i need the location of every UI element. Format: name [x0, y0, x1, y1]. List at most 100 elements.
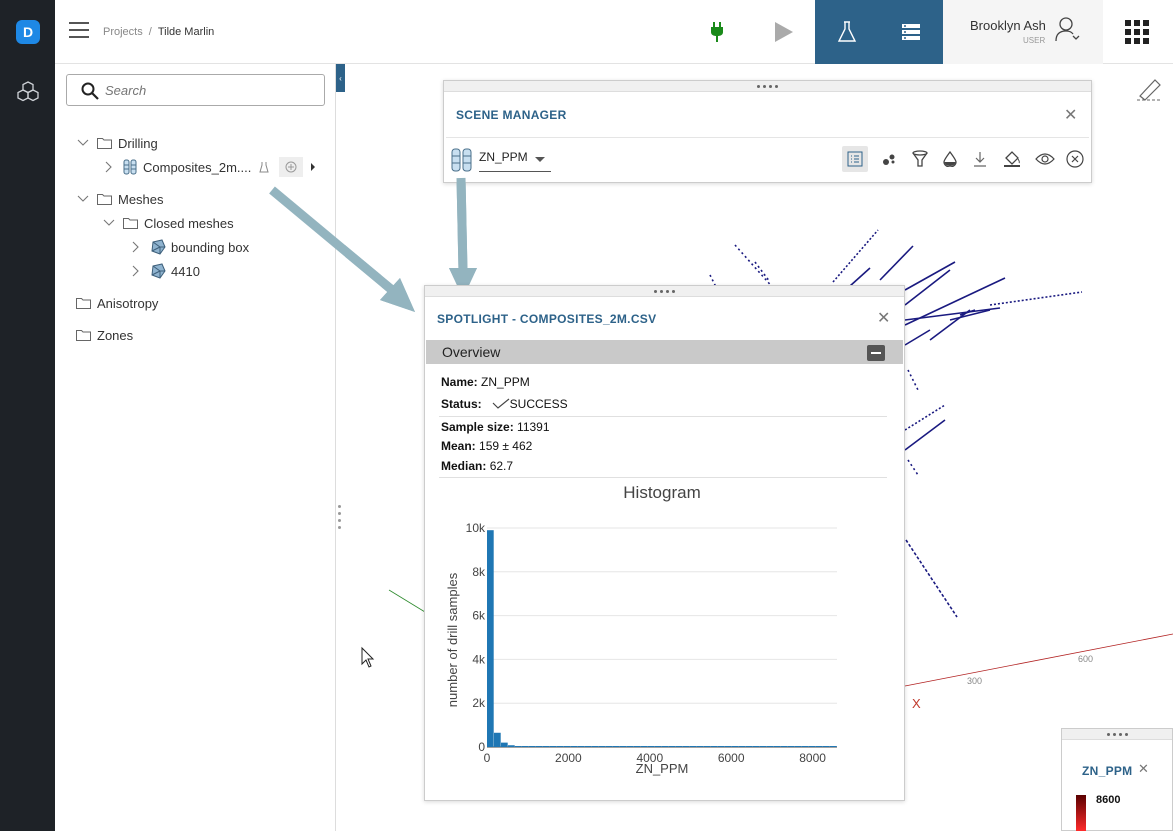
tree-item-anisotropy[interactable]: Anisotropy	[76, 293, 158, 313]
minimize-icon[interactable]	[867, 345, 885, 361]
drag-handle[interactable]	[425, 286, 904, 297]
histogram-bar[interactable]	[550, 746, 557, 747]
histogram-bar[interactable]	[816, 746, 823, 747]
plug-icon[interactable]	[710, 22, 724, 42]
histogram-bar[interactable]	[648, 746, 655, 747]
breadcrumb-projects[interactable]: Projects	[103, 26, 143, 38]
histogram-bar[interactable]	[718, 746, 725, 747]
histogram-bar[interactable]	[690, 746, 697, 747]
histogram-bar[interactable]	[739, 746, 746, 747]
search-input[interactable]	[105, 81, 305, 99]
server-button[interactable]	[879, 0, 943, 64]
histogram-bar[interactable]	[767, 746, 774, 747]
histogram-bar[interactable]	[809, 746, 816, 747]
play-icon[interactable]	[775, 22, 793, 42]
histogram-bar[interactable]	[613, 746, 620, 747]
tree-item-bounding-box[interactable]: bounding box	[130, 237, 249, 257]
histogram-bar[interactable]	[564, 746, 571, 747]
histogram-bar[interactable]	[627, 746, 634, 747]
remove-icon[interactable]	[1062, 146, 1088, 172]
histogram-bar[interactable]	[529, 746, 536, 747]
histogram-bar[interactable]	[543, 746, 550, 747]
histogram-bar[interactable]	[634, 746, 641, 747]
histogram-bar[interactable]	[641, 746, 648, 747]
histogram-bar[interactable]	[746, 746, 753, 747]
histogram-bar[interactable]	[683, 746, 690, 747]
histogram-bar[interactable]	[487, 530, 494, 747]
histogram-bar[interactable]	[571, 746, 578, 747]
chevron-right-icon[interactable]	[103, 161, 115, 173]
chevron-down-icon[interactable]	[77, 193, 89, 205]
histogram-bar[interactable]	[711, 746, 718, 747]
tree-item-zones[interactable]: Zones	[76, 325, 133, 345]
drag-handle[interactable]	[1062, 729, 1172, 740]
histogram-bar[interactable]	[585, 746, 592, 747]
flask-button[interactable]	[815, 0, 879, 64]
apps-grid-icon[interactable]	[1125, 20, 1149, 44]
overview-section-header[interactable]: Overview	[426, 340, 903, 364]
histogram-bar[interactable]	[669, 746, 676, 747]
cubes-icon[interactable]	[16, 80, 40, 104]
histogram-bar[interactable]	[501, 742, 508, 747]
tree-item-closed-meshes[interactable]: Closed meshes	[103, 213, 234, 233]
drag-handle[interactable]	[444, 81, 1091, 92]
histogram-bar[interactable]	[655, 746, 662, 747]
caret-right-icon[interactable]	[311, 163, 316, 171]
histogram-bar[interactable]	[795, 746, 802, 747]
histogram-bar[interactable]	[760, 746, 767, 747]
histogram-bar[interactable]	[781, 746, 788, 747]
legend-max-value: 8600	[1096, 794, 1121, 806]
chevron-right-icon[interactable]	[130, 265, 142, 277]
histogram-bar[interactable]	[732, 746, 739, 747]
close-icon[interactable]: ✕	[1138, 761, 1149, 777]
histogram-bar[interactable]	[599, 746, 606, 747]
attribute-select-value: ZN_PPM	[479, 150, 528, 164]
histogram-bar[interactable]	[557, 746, 564, 747]
histogram-bar[interactable]	[662, 746, 669, 747]
eye-icon[interactable]	[1032, 146, 1058, 172]
histogram-bar[interactable]	[753, 746, 760, 747]
tree-item-drilling[interactable]: Drilling	[77, 133, 158, 153]
histogram-bar[interactable]	[802, 746, 809, 747]
app-logo[interactable]: D	[16, 20, 40, 44]
histogram-bar[interactable]	[592, 746, 599, 747]
histogram-bar[interactable]	[620, 746, 627, 747]
menu-icon[interactable]	[69, 22, 89, 40]
add-button[interactable]	[279, 157, 304, 177]
histogram-bar[interactable]	[788, 746, 795, 747]
histogram-bar[interactable]	[697, 746, 704, 747]
list-icon[interactable]	[842, 146, 868, 172]
histogram-bar[interactable]	[725, 746, 732, 747]
paint-bucket-icon[interactable]	[999, 146, 1025, 172]
close-icon[interactable]: ✕	[877, 308, 890, 328]
histogram-bar[interactable]	[823, 746, 830, 747]
download-icon[interactable]	[967, 146, 993, 172]
histogram-bar[interactable]	[508, 745, 515, 747]
histogram-bar[interactable]	[578, 746, 585, 747]
tree-item-composites[interactable]: Composites_2m....	[103, 157, 327, 177]
close-icon[interactable]: ✕	[1064, 105, 1077, 125]
filter-icon[interactable]	[907, 146, 933, 172]
histogram-bar[interactable]	[774, 746, 781, 747]
histogram-bar[interactable]	[606, 746, 613, 747]
chevron-right-icon[interactable]	[130, 241, 142, 253]
points-icon[interactable]	[876, 146, 902, 172]
histogram-bar[interactable]	[704, 746, 711, 747]
chevron-down-icon[interactable]	[103, 217, 115, 229]
panel-resize-handle[interactable]	[338, 505, 342, 533]
eraser-icon[interactable]	[1137, 79, 1162, 101]
drop-icon[interactable]	[937, 146, 963, 172]
histogram-bar[interactable]	[522, 746, 529, 747]
tree-item-meshes[interactable]: Meshes	[77, 189, 164, 209]
attribute-select[interactable]: ZN_PPM	[479, 150, 551, 172]
flask-icon[interactable]	[259, 161, 270, 173]
histogram-bar[interactable]	[515, 746, 522, 747]
collapse-panel-button[interactable]: ‹	[336, 64, 345, 92]
histogram-bar[interactable]	[676, 746, 683, 747]
chevron-down-icon[interactable]	[77, 137, 89, 149]
histogram-bar[interactable]	[830, 746, 837, 747]
histogram-bar[interactable]	[536, 746, 543, 747]
tree-item-4410[interactable]: 4410	[130, 261, 200, 281]
user-menu[interactable]: Brooklyn Ash USER	[943, 0, 1103, 64]
histogram-bar[interactable]	[494, 732, 501, 747]
